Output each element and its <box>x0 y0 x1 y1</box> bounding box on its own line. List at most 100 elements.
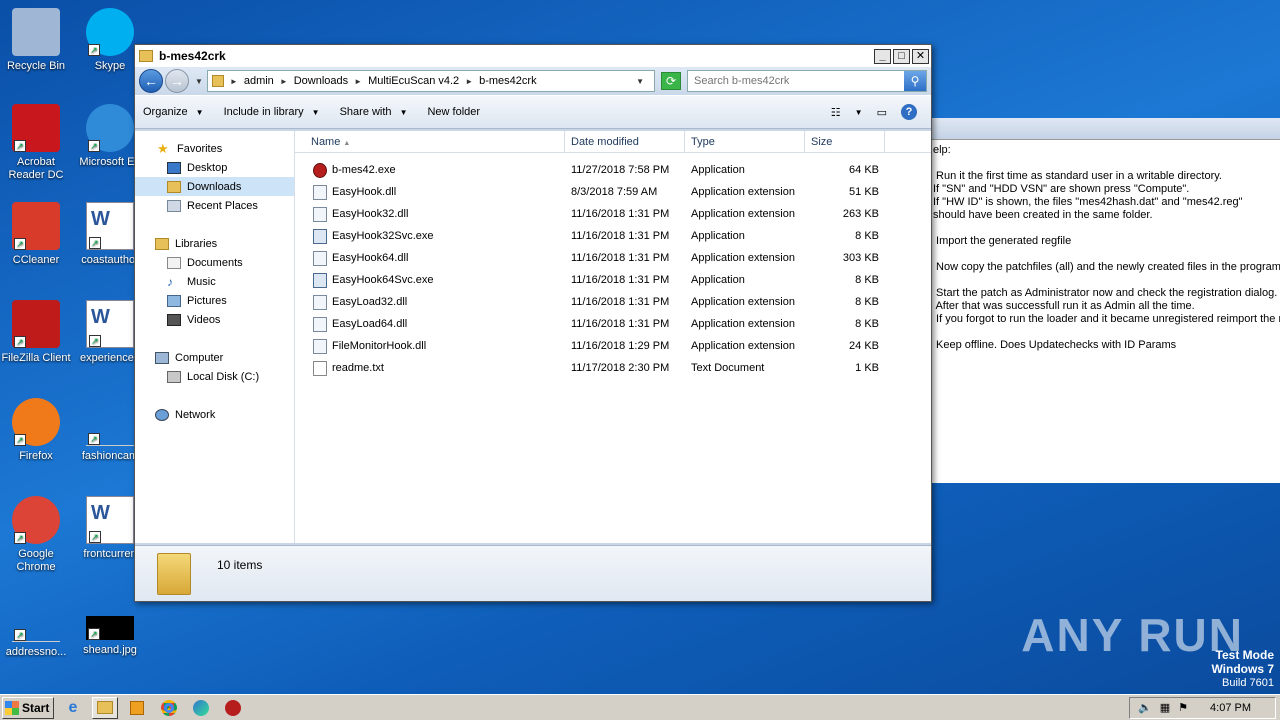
close-button[interactable]: ✕ <box>912 48 929 64</box>
address-box[interactable]: ► admin ► Downloads ► MultiEcuScan v4.2 … <box>206 70 655 92</box>
column-size[interactable]: Size <box>805 131 885 152</box>
clock[interactable]: 4:07 PM <box>1210 702 1251 714</box>
chevron-right-icon[interactable]: ► <box>354 77 362 86</box>
file-row[interactable]: EasyHook64Svc.exe 11/16/2018 1:31 PM Appli… <box>295 269 931 291</box>
file-row[interactable]: EasyHook32.dll 11/16/2018 1:31 PM Applicat… <box>295 203 931 225</box>
breadcrumb-current[interactable]: b-mes42crk <box>479 75 536 87</box>
file-name-cell[interactable]: EasyLoad32.dll <box>295 294 565 310</box>
taskbar: Start e 🔈 ▦ ⚑ 4:07 PM <box>0 694 1280 720</box>
file-name: EasyHook32.dll <box>332 208 409 220</box>
taskbar-media-player[interactable] <box>124 697 150 719</box>
file-name-cell[interactable]: EasyHook32.dll <box>295 206 565 222</box>
help-icon[interactable]: ? <box>901 104 917 120</box>
share-with-button[interactable]: Share with ▼ <box>340 106 408 118</box>
file-name-cell[interactable]: b-mes42.exe <box>295 162 565 178</box>
nav-documents[interactable]: Documents <box>135 253 294 272</box>
file-date: 11/16/2018 1:31 PM <box>571 208 670 220</box>
file-type: Application extension <box>691 296 795 308</box>
readme-window[interactable]: elp: Run it the first time as standard u… <box>928 118 1280 483</box>
breadcrumb-downloads[interactable]: Downloads <box>294 75 348 87</box>
preview-pane-icon[interactable]: ▭ <box>877 106 887 119</box>
desktop-icon-recycle-bin[interactable]: Recycle Bin <box>0 8 72 73</box>
organize-button[interactable]: Organize ▼ <box>143 106 204 118</box>
nav-computer[interactable]: Computer <box>135 348 294 367</box>
breadcrumb-multiecuscan[interactable]: MultiEcuScan v4.2 <box>368 75 459 87</box>
file-name: EasyHook64Svc.exe <box>332 274 434 286</box>
exe-file-icon <box>313 162 327 178</box>
file-name-cell[interactable]: EasyLoad64.dll <box>295 316 565 332</box>
file-type: Text Document <box>691 362 765 374</box>
maximize-button[interactable]: □ <box>893 48 910 64</box>
nav-videos[interactable]: Videos <box>135 310 294 329</box>
desktop-icon-acrobat-reader-dc[interactable]: ↗ Acrobat Reader DC <box>0 104 72 182</box>
skype-icon: ↗ <box>86 8 134 56</box>
file-row[interactable]: EasyHook32Svc.exe 11/16/2018 1:31 PM Appli… <box>295 225 931 247</box>
include-in-library-button[interactable]: Include in library ▼ <box>224 106 320 118</box>
desktop-icon-filezilla-client[interactable]: ↗ FileZilla Client <box>0 300 72 365</box>
desktop-icon-firefox[interactable]: ↗ Firefox <box>0 398 72 463</box>
file-date: 11/16/2018 1:31 PM <box>571 318 670 330</box>
file-name-cell[interactable]: FileMonitorHook.dll <box>295 338 565 354</box>
taskbar-b-mes42[interactable] <box>220 697 246 719</box>
file-name-cell[interactable]: readme.txt <box>295 360 565 376</box>
column-name[interactable]: Name ▲ <box>295 131 565 152</box>
column-type[interactable]: Type <box>685 131 805 152</box>
readme-titlebar[interactable] <box>929 118 1280 140</box>
file-rows: b-mes42.exe 11/27/2018 7:58 PM Application… <box>295 153 931 379</box>
back-button[interactable]: ← <box>139 69 163 93</box>
desktop-icon-ccleaner[interactable]: ↗ CCleaner <box>0 202 72 267</box>
refresh-button[interactable]: ⟳ <box>661 72 681 90</box>
os-version-line: Windows 7 <box>1211 662 1274 676</box>
nav-desktop[interactable]: Desktop <box>135 158 294 177</box>
nav-network[interactable]: Network <box>135 405 294 424</box>
nav-libraries[interactable]: Libraries <box>135 234 294 253</box>
desktop-icon-addressno-[interactable]: ↗ addressno... <box>0 594 72 659</box>
file-row[interactable]: EasyLoad32.dll 11/16/2018 1:31 PM Applicat… <box>295 291 931 313</box>
file-row[interactable]: readme.txt 11/17/2018 2:30 PM Text Documen… <box>295 357 931 379</box>
search-icon[interactable]: ⚲ <box>904 71 926 91</box>
chevron-right-icon[interactable]: ► <box>465 77 473 86</box>
address-bar: ← → ▼ ► admin ► Downloads ► MultiEcuScan… <box>135 67 931 95</box>
forward-button[interactable]: → <box>165 69 189 93</box>
file-name-cell[interactable]: EasyHook64Svc.exe <box>295 272 565 288</box>
file-name: FileMonitorHook.dll <box>332 340 427 352</box>
start-label: Start <box>22 700 50 715</box>
taskbar-ie[interactable]: e <box>60 697 86 719</box>
exe-file-icon <box>313 272 327 288</box>
search-input[interactable] <box>688 75 904 87</box>
new-folder-button[interactable]: New folder <box>427 106 480 118</box>
chevron-down-icon[interactable]: ▼ <box>855 108 863 117</box>
network-tray-icon[interactable]: ▦ <box>1160 701 1170 714</box>
breadcrumb-admin[interactable]: admin <box>244 75 274 87</box>
column-date[interactable]: Date modified <box>565 131 685 152</box>
start-button[interactable]: Start <box>2 696 54 719</box>
nav-music[interactable]: ♪ Music <box>135 272 294 291</box>
dll-file-icon <box>313 294 327 310</box>
nav-downloads[interactable]: Downloads <box>135 177 294 196</box>
desktop-icon-sheand-jpg[interactable]: ↗ sheand.jpg <box>74 594 146 657</box>
file-row[interactable]: EasyLoad64.dll 11/16/2018 1:31 PM Applicat… <box>295 313 931 335</box>
nav-pictures[interactable]: Pictures <box>135 291 294 310</box>
minimize-button[interactable]: _ <box>874 48 891 64</box>
file-name-cell[interactable]: EasyHook.dll <box>295 184 565 200</box>
flag-icon[interactable]: ⚑ <box>1178 701 1188 714</box>
nav-local-disk[interactable]: Local Disk (C:) <box>135 367 294 386</box>
file-name-cell[interactable]: EasyHook64.dll <box>295 250 565 266</box>
title-bar[interactable]: b-mes42crk _ □ ✕ <box>135 45 931 67</box>
nav-favorites[interactable]: ★ Favorites <box>135 139 294 158</box>
desktop-icon-google-chrome[interactable]: ↗ Google Chrome <box>0 496 72 574</box>
volume-icon[interactable]: 🔈 <box>1138 701 1152 714</box>
taskbar-edge[interactable] <box>188 697 214 719</box>
view-options-icon[interactable]: ☷ <box>831 106 841 119</box>
file-name-cell[interactable]: EasyHook32Svc.exe <box>295 228 565 244</box>
taskbar-explorer[interactable] <box>92 696 118 719</box>
recent-pages-dropdown[interactable]: ▼ <box>195 77 203 86</box>
file-row[interactable]: FileMonitorHook.dll 11/16/2018 1:29 PM App… <box>295 335 931 357</box>
file-row[interactable]: EasyHook.dll 8/3/2018 7:59 AM Application … <box>295 181 931 203</box>
file-row[interactable]: b-mes42.exe 11/27/2018 7:58 PM Application… <box>295 159 931 181</box>
nav-recent-places[interactable]: Recent Places <box>135 196 294 215</box>
file-row[interactable]: EasyHook64.dll 11/16/2018 1:31 PM Applicat… <box>295 247 931 269</box>
taskbar-chrome[interactable] <box>156 697 182 719</box>
chevron-right-icon[interactable]: ► <box>280 77 288 86</box>
chevron-down-icon[interactable]: ▼ <box>636 77 644 86</box>
